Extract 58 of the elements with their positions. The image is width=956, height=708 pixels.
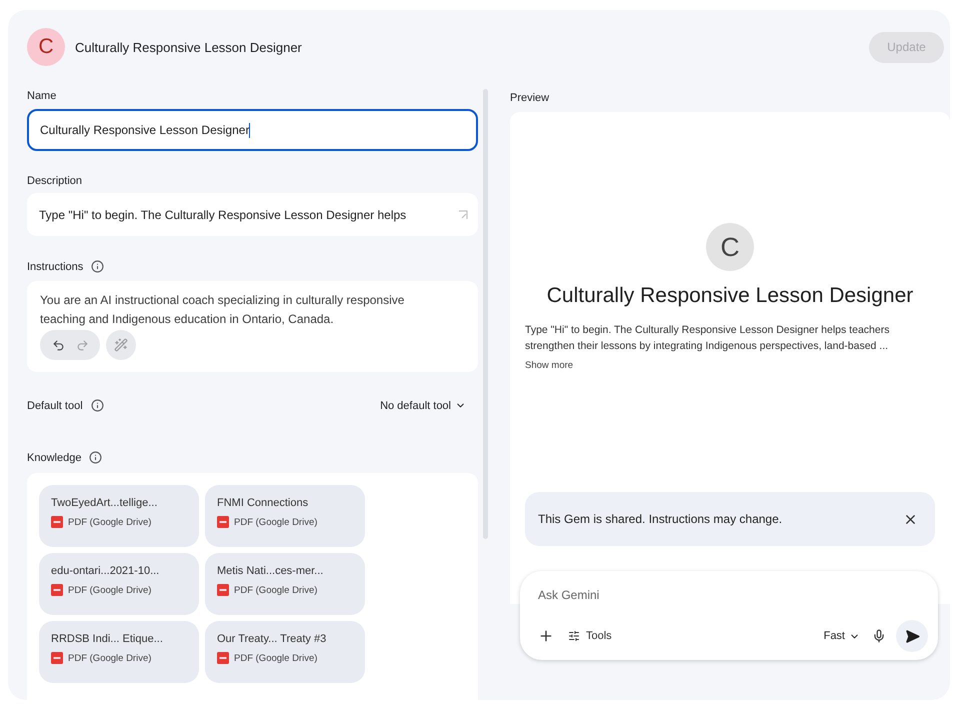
pdf-icon xyxy=(51,584,63,596)
undo-icon xyxy=(52,338,64,352)
pdf-icon xyxy=(51,652,63,664)
chat-input[interactable]: Ask Gemini xyxy=(538,586,928,604)
default-tool-dropdown[interactable]: No default tool xyxy=(380,400,478,412)
file-name: Metis Nati...ces-mer... xyxy=(217,565,324,577)
file-type: PDF (Google Drive) xyxy=(68,516,152,528)
field-label: Description xyxy=(27,175,84,187)
preview-title: Culturally Responsive Lesson Designer xyxy=(546,284,914,308)
file-type: PDF (Google Drive) xyxy=(68,584,152,596)
pdf-icon xyxy=(51,516,63,528)
info-icon[interactable] xyxy=(89,451,102,464)
field-label: Name xyxy=(27,90,58,102)
redo-icon xyxy=(76,338,88,352)
file-name: Our Treaty... Treaty #3 xyxy=(217,633,328,645)
file-name: TwoEyedArt...tellige... xyxy=(51,497,158,509)
file-chip[interactable]: RRDSB Indi... Etique... PDF (Google Drive) xyxy=(39,621,199,683)
field-label: Default tool xyxy=(27,400,83,412)
send-button[interactable] xyxy=(896,620,928,652)
gem-title: Culturally Responsive Lesson Designer xyxy=(75,40,303,54)
preview-description: Type "Hi" to begin. The Culturally Responsive Lesson Designer helps teachers strengthen their lessons by integrating Indigenous perspectives, land-based ... xyxy=(525,323,890,354)
magic-wand-icon xyxy=(114,338,128,352)
pdf-icon xyxy=(217,516,229,528)
file-chip[interactable]: edu-ontari...2021-10... PDF (Google Drive) xyxy=(39,553,199,615)
info-icon[interactable] xyxy=(91,260,104,273)
file-chip[interactable]: Our Treaty... Treaty #3 PDF (Google Drive) xyxy=(205,621,365,683)
pdf-icon xyxy=(217,652,229,664)
file-name: RRDSB Indi... Etique... xyxy=(51,633,164,645)
file-type: PDF (Google Drive) xyxy=(234,584,318,596)
field-label: Instructions xyxy=(27,260,84,272)
tools-button[interactable]: Tools xyxy=(568,630,612,642)
file-name: FNMI Connections xyxy=(217,497,310,509)
resize-handle-icon[interactable] xyxy=(458,210,468,220)
scrollbar[interactable] xyxy=(483,89,488,539)
name-field[interactable]: Culturally Responsive Lesson Designer xyxy=(27,109,478,151)
file-name: edu-ontari...2021-10... xyxy=(51,565,160,577)
show-more-link[interactable]: Show more xyxy=(525,360,574,371)
sliders-icon xyxy=(568,630,580,642)
notice-text: This Gem is shared. Instructions may change. xyxy=(538,512,782,526)
info-icon[interactable] xyxy=(90,399,104,412)
pdf-icon xyxy=(217,584,229,596)
add-icon[interactable] xyxy=(538,628,554,644)
file-chip[interactable]: TwoEyedArt...tellige... PDF (Google Drive) xyxy=(39,485,199,547)
send-icon xyxy=(904,628,920,644)
microphone-icon[interactable] xyxy=(872,629,886,643)
description-field[interactable]: Type "Hi" to begin. The Culturally Responsive Lesson Designer helps xyxy=(27,193,478,236)
section-label: Preview xyxy=(510,92,550,104)
file-chip[interactable]: FNMI Connections PDF (Google Drive) xyxy=(205,485,365,547)
file-type: PDF (Google Drive) xyxy=(234,516,318,528)
file-type: PDF (Google Drive) xyxy=(234,652,318,664)
instructions-field[interactable]: You are an AI instructional coach specializing in culturally responsive teaching and Indigenous education in Ontario, Canada. xyxy=(27,281,478,372)
magic-wand-button[interactable] xyxy=(106,330,136,360)
avatar: C xyxy=(706,223,754,271)
avatar: C xyxy=(27,28,65,66)
model-dropdown[interactable]: Fast xyxy=(824,630,872,642)
field-label: Knowledge xyxy=(27,452,82,464)
file-chip[interactable]: Metis Nati...ces-mer... PDF (Google Drive) xyxy=(205,553,365,615)
file-type: PDF (Google Drive) xyxy=(68,652,152,664)
